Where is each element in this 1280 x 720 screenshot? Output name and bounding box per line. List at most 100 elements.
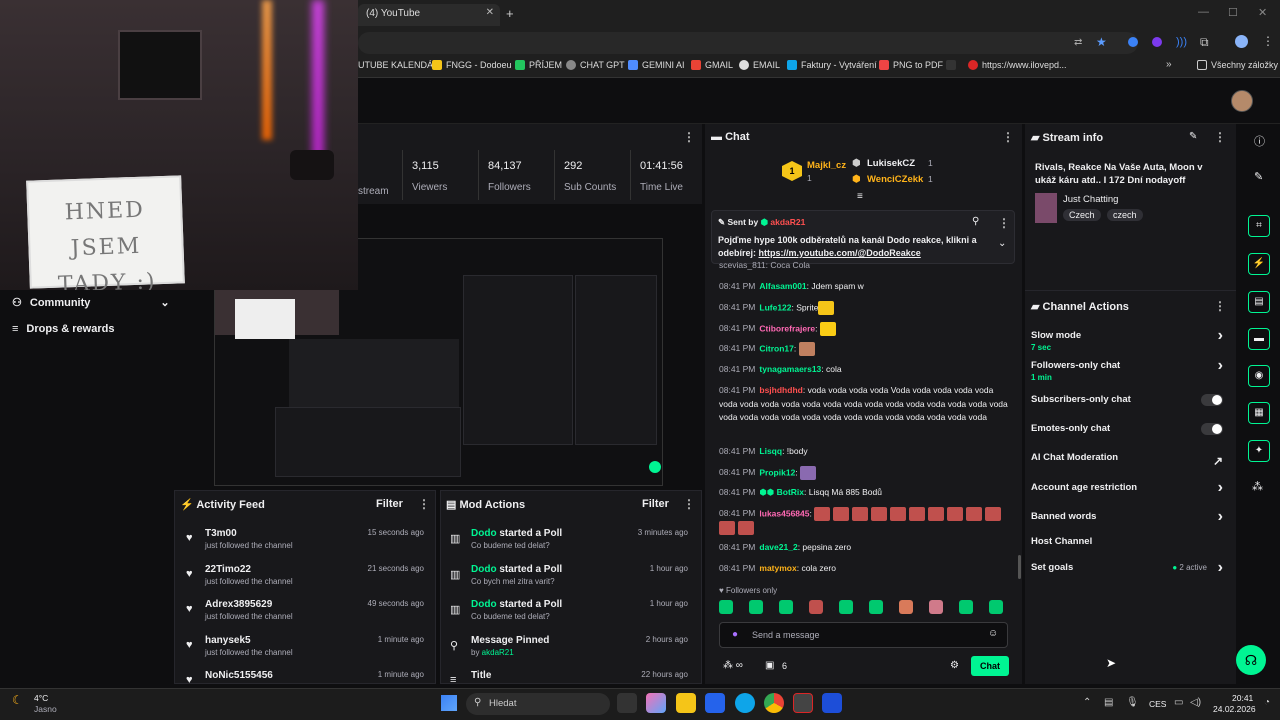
pinned-menu-icon[interactable]: ⋮ (998, 216, 1010, 230)
leader-name[interactable]: WenciCZekk (867, 174, 923, 185)
chat-icon[interactable]: ▬ (1248, 328, 1270, 350)
bookmark-item[interactable]: https://www.ilovepd... (968, 60, 1067, 70)
emote-button[interactable] (899, 600, 913, 614)
chat-menu-icon[interactable]: ⋮ (1002, 130, 1014, 144)
points-infinity-icon[interactable]: ⁂ ∞ (723, 660, 743, 671)
activity-filter-button[interactable]: Filter (376, 498, 403, 510)
bookmark-item[interactable]: EMAIL (739, 60, 780, 70)
outlook-icon[interactable] (705, 693, 725, 713)
extension-icon[interactable]: ))) (1176, 36, 1187, 48)
explorer-icon[interactable] (676, 693, 696, 713)
clock-time[interactable]: 20:41 (1232, 693, 1253, 703)
copilot-icon[interactable] (646, 693, 666, 713)
edge-icon[interactable] (735, 693, 755, 713)
notification-icon[interactable]: ◔ (1264, 697, 1270, 708)
chat-username[interactable]: Lufe122 (759, 302, 791, 312)
translate-icon[interactable]: ⇄ (1074, 37, 1082, 48)
extension-icon[interactable] (1128, 37, 1138, 47)
channel-action-followers-only-chat[interactable]: Followers-only chat 1 min › (1031, 357, 1231, 382)
help-icon[interactable]: ☊ (1236, 645, 1266, 675)
clock-date[interactable]: 24.02.2026 (1213, 704, 1256, 714)
stats-menu-icon[interactable]: ⋮ (683, 130, 695, 144)
channel-action-host-channel[interactable]: Host Channel (1031, 536, 1231, 547)
info-circle-icon[interactable]: ⓘ (1254, 133, 1265, 149)
chat-username[interactable]: BotRix (777, 487, 804, 497)
mod-filter-button[interactable]: Filter (642, 498, 669, 510)
app-icon[interactable] (822, 693, 842, 713)
pinned-link[interactable]: https://m.youtube.com/@DodoReakce (759, 248, 921, 258)
chat-username[interactable]: Alfasam001 (759, 281, 806, 291)
menu-icon[interactable]: ⋮ (1262, 34, 1274, 48)
emote-button[interactable] (809, 600, 823, 614)
clipboard-icon[interactable]: ▤ (1248, 291, 1270, 313)
tray-chevron-icon[interactable]: ⌃ (1083, 697, 1091, 708)
pencil-icon[interactable]: ✎ (1254, 170, 1263, 183)
close-window-icon[interactable]: ✕ (1258, 6, 1267, 19)
moderator-name[interactable]: Dodo (471, 599, 497, 610)
bookmark-item[interactable]: Faktury - Vytváření (787, 60, 877, 70)
gift-icon[interactable]: ▣ (765, 660, 774, 671)
extensions-puzzle-icon[interactable]: ⧉ (1200, 35, 1209, 50)
mic-icon[interactable]: ● (732, 629, 738, 640)
leader-name[interactable]: Majkl_cz (807, 160, 846, 171)
emote-button[interactable] (869, 600, 883, 614)
chat-username[interactable]: matymox (759, 563, 796, 573)
mod-menu-icon[interactable]: ⋮ (683, 497, 695, 511)
chat-send-button[interactable]: Chat (971, 656, 1009, 676)
emote-button[interactable] (839, 600, 853, 614)
bookmark-item[interactable]: PNG to PDF (879, 60, 943, 70)
chat-username[interactable]: tynagamaers13 (759, 364, 821, 374)
unpin-icon[interactable]: ⚲ (972, 216, 979, 227)
bookmark-item[interactable]: GEMINI AI (628, 60, 685, 70)
channel-actions-menu-icon[interactable]: ⋮ (1214, 299, 1226, 313)
collapse-icon[interactable]: ≡ (857, 191, 863, 202)
emote-button[interactable] (989, 600, 1003, 614)
new-tab-button[interactable]: + (506, 6, 514, 21)
nav-drops[interactable]: ≡ Drops & rewards (12, 323, 114, 335)
wrench-icon[interactable]: ✦ (1248, 440, 1270, 462)
network-icon[interactable]: ▭ (1174, 697, 1183, 708)
taskview-icon[interactable] (617, 693, 637, 713)
chrome-icon[interactable] (764, 693, 784, 713)
minimize-icon[interactable]: — (1198, 6, 1209, 18)
windows-start-icon[interactable] (441, 695, 457, 711)
edit-icon[interactable]: ✎ (1189, 131, 1197, 142)
channel-action-ai-chat-moderation[interactable]: AI Chat Moderation ↗ (1031, 452, 1231, 468)
emote-picker-icon[interactable]: ☺ (988, 628, 998, 639)
url-input[interactable] (358, 32, 1138, 54)
bookmark-item[interactable]: UTUBE KALENDÁŘ (358, 60, 440, 70)
bookmark-item[interactable]: GMAIL (691, 60, 733, 70)
extensions-icon[interactable]: ⁂ (1252, 480, 1263, 493)
channel-action-account-age-restriction[interactable]: Account age restriction › (1031, 479, 1231, 496)
app-icon[interactable] (793, 693, 813, 713)
bookmark-item[interactable]: FNGG - Dodoeu (432, 60, 512, 70)
user-link[interactable]: akdaR21 (482, 648, 514, 657)
extension-icon[interactable] (1152, 37, 1162, 47)
avatar[interactable] (1231, 90, 1253, 112)
emote-button[interactable] (719, 600, 733, 614)
layout-icon[interactable]: ▦ (1248, 402, 1270, 424)
language-indicator[interactable]: CES (1149, 699, 1166, 709)
lightning-icon[interactable]: ⚡ (1248, 253, 1270, 275)
browser-tab[interactable]: (4) YouTube ✕ (358, 4, 500, 26)
emote-button[interactable] (779, 600, 793, 614)
channel-action-subscribers-only-chat[interactable]: Subscribers-only chat (1031, 394, 1231, 406)
more-bookmarks-icon[interactable]: » (1166, 59, 1172, 70)
broadcast-icon[interactable]: ◉ (1248, 365, 1270, 387)
activity-menu-icon[interactable]: ⋮ (418, 497, 430, 511)
bookmark-item[interactable] (946, 60, 956, 70)
bookmark-star-icon[interactable]: ★ (1096, 35, 1107, 49)
volume-icon[interactable]: ◁) (1190, 697, 1201, 708)
weather-temp[interactable]: 4°C (34, 693, 48, 703)
chat-scrollbar[interactable] (1018, 555, 1021, 579)
close-tab-icon[interactable]: ✕ (486, 7, 494, 18)
all-bookmarks[interactable]: Všechny záložky (1197, 60, 1278, 70)
nav-community[interactable]: ⚇ Community ⌄ (12, 296, 170, 310)
chat-settings-icon[interactable]: ⚙ (950, 660, 959, 671)
emote-button[interactable] (929, 600, 943, 614)
chat-username[interactable]: Lisqq (759, 446, 782, 456)
taskbar-search[interactable] (466, 693, 610, 715)
bookmark-item[interactable]: PŘÍJEM (515, 60, 562, 70)
channel-action-banned-words[interactable]: Banned words › (1031, 508, 1231, 525)
chat-username[interactable]: Propik12 (759, 467, 795, 477)
